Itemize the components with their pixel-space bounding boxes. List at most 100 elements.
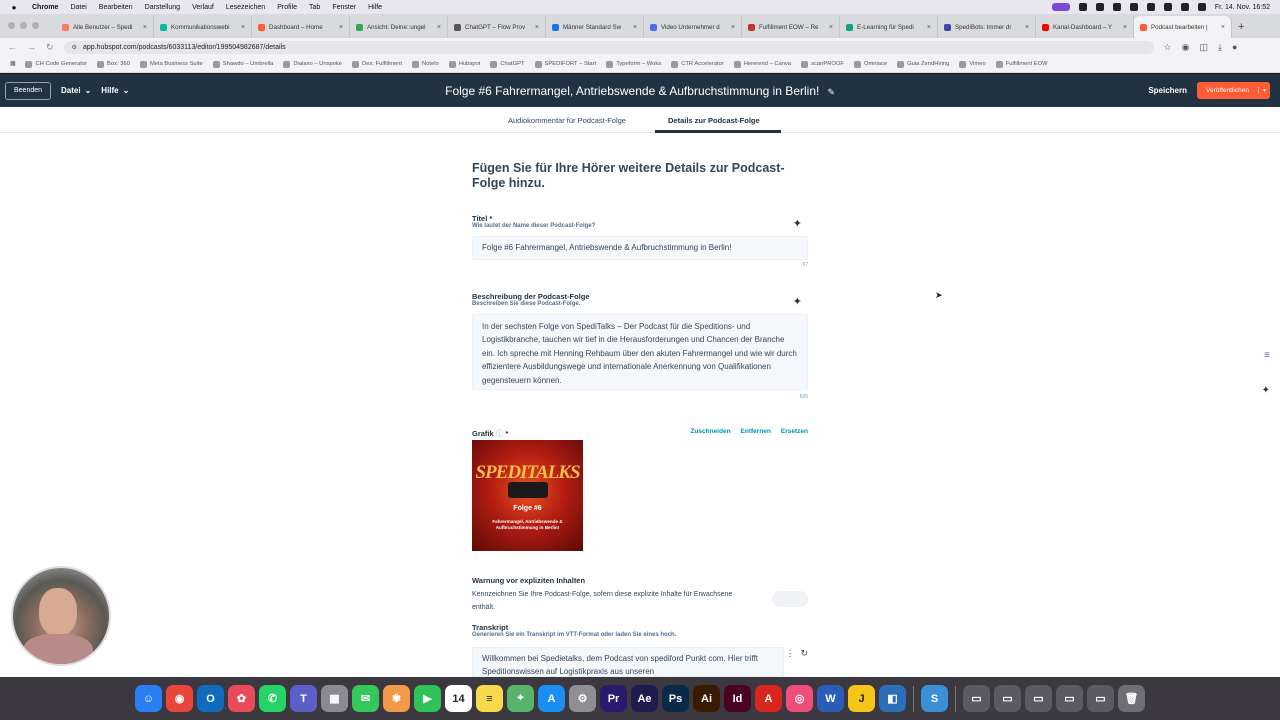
dock-acrobat-icon[interactable]: A (755, 685, 782, 712)
browser-tab[interactable]: E-Learning für Spedi × (840, 16, 938, 38)
browser-tab[interactable]: Kommunikationswebi × (154, 16, 252, 38)
close-tab-icon[interactable]: × (633, 24, 637, 31)
replace-link[interactable]: Ersetzen (781, 428, 808, 435)
publish-button[interactable]: Veröffentlichen ▾ (1197, 82, 1270, 99)
bookmark-item[interactable]: Omniace (853, 60, 887, 68)
browser-tab[interactable]: Kanal-Dashboard – Y × (1036, 16, 1134, 38)
transcript-textarea[interactable]: Willkommen bei Spedietalks, dem Podcast … (472, 647, 784, 677)
bookmark-item[interactable]: Guia ZendHiring (897, 60, 949, 68)
file-menu[interactable]: Datei ⌄ (61, 86, 91, 95)
browser-tab[interactable]: Alle Benutzer – Spedi × (56, 16, 154, 38)
close-tab-icon[interactable]: × (731, 24, 735, 31)
dock-whatsapp-icon[interactable]: ✆ (259, 685, 286, 712)
close-tab-icon[interactable]: × (1025, 24, 1029, 31)
close-tab-icon[interactable]: × (1123, 24, 1127, 31)
browser-tab[interactable]: ChatGPT – Flow Prov × (448, 16, 546, 38)
dock-maps-icon[interactable]: ⌖ (507, 685, 534, 712)
search-icon[interactable] (1180, 3, 1189, 11)
close-tab-icon[interactable]: × (927, 24, 931, 31)
browser-tab[interactable]: Männer Standard Sw × (546, 16, 644, 38)
close-tab-icon[interactable]: × (143, 24, 147, 31)
browser-tab[interactable]: SpediBots: Immer dr × (938, 16, 1036, 38)
control-center-icon[interactable] (1197, 3, 1206, 11)
browser-tab[interactable]: Ansicht: Deine::ungel × (350, 16, 448, 38)
browser-tab[interactable]: Dashboard – Home × (252, 16, 350, 38)
menu-item[interactable]: Verlauf (192, 4, 214, 11)
dock-notes-icon[interactable]: ≡ (476, 685, 503, 712)
minimize-window-icon[interactable] (20, 22, 27, 29)
bookmark-star-icon[interactable]: ☆ (1164, 42, 1172, 53)
reload-icon[interactable]: ↻ (46, 42, 54, 53)
screen-record-icon[interactable] (1051, 3, 1070, 11)
download-icon[interactable]: ⤓ (1218, 42, 1222, 53)
title-input[interactable]: Folge #6 Fahrermangel, Antriebswende & A… (472, 236, 808, 260)
dock-app2-icon[interactable]: ◎ (786, 685, 813, 712)
dock-appstore-icon[interactable]: A (538, 685, 565, 712)
dock-trash-icon[interactable]: 🗑 (1118, 685, 1145, 712)
save-button[interactable]: Speichern (1148, 86, 1187, 95)
dock-app5-icon[interactable]: S (921, 685, 948, 712)
explicit-toggle[interactable] (772, 591, 808, 607)
browser-tab-active[interactable]: Podcast bearbeiten | × (1134, 16, 1232, 38)
more-options-icon[interactable]: ⋮ (785, 648, 794, 659)
status-icon[interactable] (1129, 3, 1138, 11)
status-icon[interactable] (1095, 3, 1104, 11)
bookmark-item[interactable]: Hererend – Canva (733, 60, 791, 68)
ai-sparkle-icon[interactable]: ✦ (793, 217, 802, 230)
close-tab-icon[interactable]: × (437, 24, 441, 31)
regenerate-icon[interactable]: ↻ (800, 648, 808, 659)
bookmark-item[interactable]: ChatGPT (490, 60, 525, 68)
dock-app-icon[interactable]: ✿ (228, 685, 255, 712)
menu-item[interactable]: Hilfe (368, 4, 382, 11)
dock-settings-icon[interactable]: ⚙ (569, 685, 596, 712)
dock-app4-icon[interactable]: ◧ (879, 685, 906, 712)
info-icon[interactable]: ⓘ (496, 429, 504, 438)
dock-photoshop-icon[interactable]: Ps (662, 685, 689, 712)
exit-button[interactable]: Beenden (5, 81, 52, 100)
remove-link[interactable]: Entfernen (741, 428, 771, 435)
bookmark-item[interactable]: Des: Fulfillment (352, 60, 402, 68)
dock-outlook-icon[interactable]: O (197, 685, 224, 712)
bookmark-item[interactable]: scanPROOF (801, 60, 844, 68)
dock-window-icon[interactable]: ▭ (963, 685, 990, 712)
tab-episode-details[interactable]: Details zur Podcast-Folge (668, 116, 760, 125)
close-tab-icon[interactable]: × (829, 24, 833, 31)
crop-link[interactable]: Zuschneiden (690, 428, 730, 435)
status-icon[interactable] (1146, 3, 1155, 11)
tab-audio-comment[interactable]: Audiokommentar für Podcast-Folge (508, 116, 626, 125)
dock-word-icon[interactable]: W (817, 685, 844, 712)
clock[interactable]: Fr. 14. Nov. 16:52 (1215, 4, 1270, 11)
ai-sparkle-icon[interactable]: ✦ (793, 295, 802, 308)
dock-premiere-icon[interactable]: Pr (600, 685, 627, 712)
menu-app-name[interactable]: Chrome (32, 4, 58, 11)
dock-finder-icon[interactable]: ☺ (135, 685, 162, 712)
new-tab-icon[interactable]: + (1238, 21, 1244, 33)
status-icon[interactable] (1112, 3, 1121, 11)
extensions-puzzle-icon[interactable]: ◫ (1199, 42, 1208, 53)
browser-tab[interactable]: Fulfillment EOW – Re × (742, 16, 840, 38)
status-icon[interactable] (1078, 3, 1087, 11)
bookmark-item[interactable]: CTR Accelerator (671, 60, 724, 68)
menu-item[interactable]: Lesezeichen (226, 4, 265, 11)
forward-icon[interactable]: → (27, 42, 36, 53)
bookmark-item[interactable]: Notelo (412, 60, 439, 68)
wifi-icon[interactable] (1163, 3, 1172, 11)
close-window-icon[interactable] (8, 22, 15, 29)
maximize-window-icon[interactable] (32, 22, 39, 29)
menu-item[interactable]: Darstellung (145, 4, 180, 11)
bookmark-item[interactable]: Shawdo – Umbrella (212, 60, 273, 68)
bookmark-item[interactable]: Vimeo (959, 60, 986, 68)
url-field[interactable]: ⚙ app.hubspot.com/podcasts/6033113/edito… (63, 40, 1154, 54)
dock-illustrator-icon[interactable]: Ai (693, 685, 720, 712)
bookmark-item[interactable]: Dialaxo – Unspoke (283, 60, 342, 68)
extension-icon[interactable]: ◉ (1182, 42, 1190, 53)
dock-window-icon[interactable]: ▭ (1025, 685, 1052, 712)
apple-icon[interactable]: ● (8, 1, 20, 13)
dock-window-icon[interactable]: ▭ (1056, 685, 1083, 712)
podcast-cover-image[interactable]: SPEDITALKS Folge #6 Fahrermangel, Antrie… (472, 440, 583, 551)
dock-window-icon[interactable]: ▭ (994, 685, 1021, 712)
drag-handle-icon[interactable]: ≡ (1264, 350, 1270, 361)
menu-item[interactable]: Profile (277, 4, 297, 11)
bookmark-item[interactable]: Meta Business Suite (139, 60, 203, 68)
bookmark-item[interactable]: CH Code Generator (25, 60, 87, 68)
